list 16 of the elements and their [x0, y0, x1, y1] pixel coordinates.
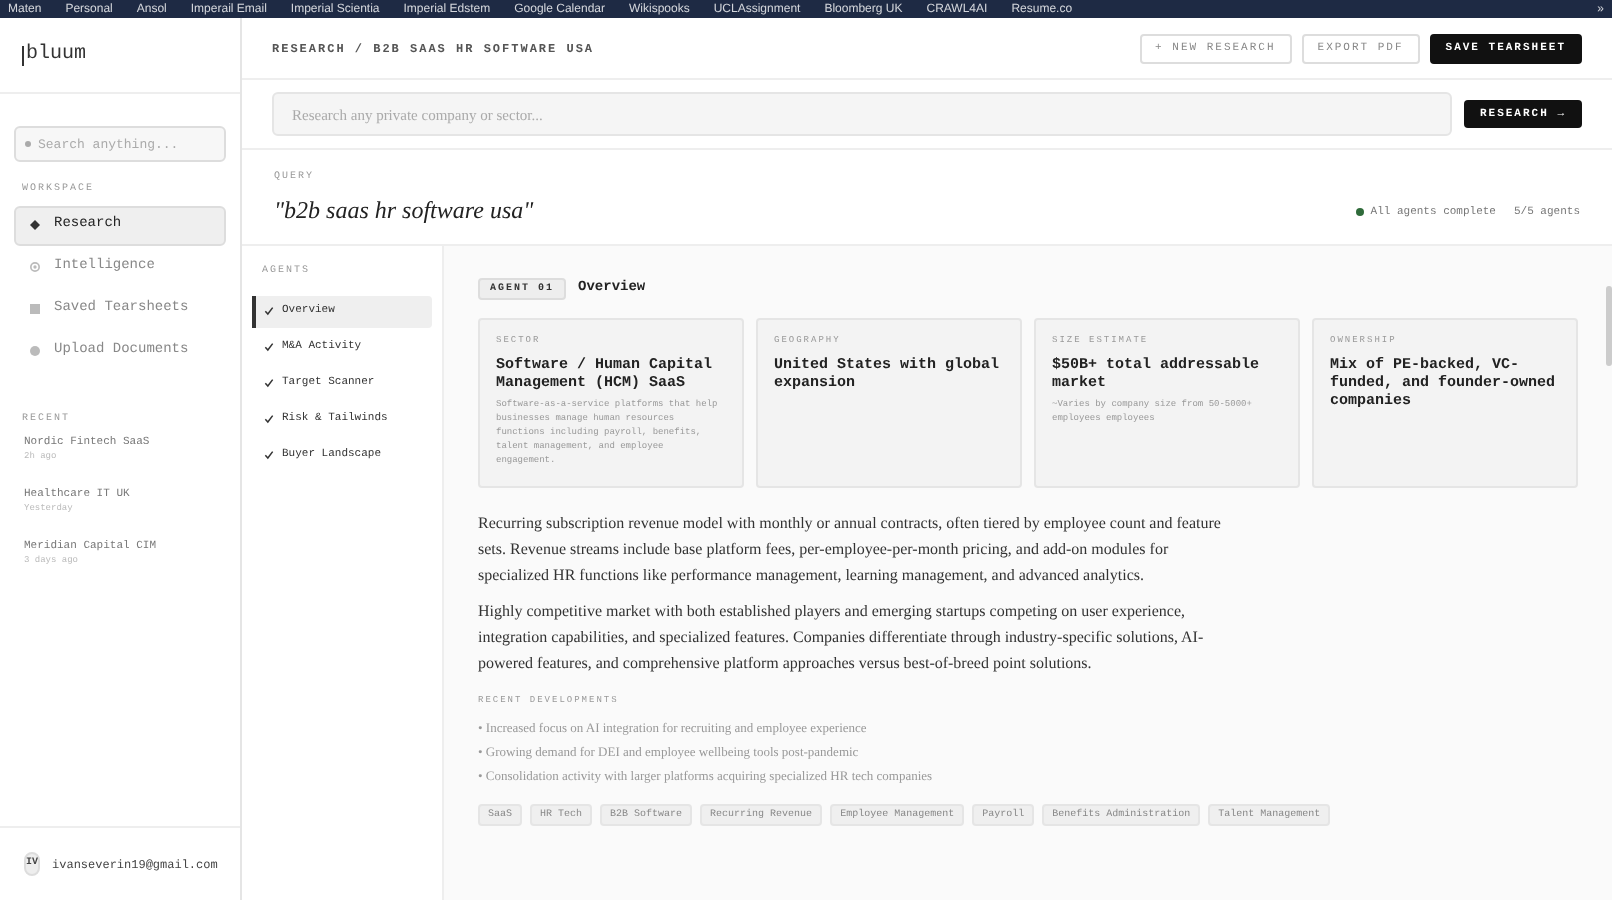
- check-icon: [264, 414, 274, 424]
- check-icon: [264, 378, 274, 388]
- query-text: "b2b saas hr software usa": [274, 196, 534, 224]
- dot-icon: [30, 346, 40, 356]
- target-icon: [30, 262, 40, 272]
- scrollbar-thumb[interactable]: [1606, 286, 1612, 366]
- status-dot-icon: [1356, 207, 1365, 216]
- check-icon: [264, 342, 274, 352]
- logo: bluum: [22, 41, 87, 70]
- check-icon: [264, 306, 274, 316]
- search-icon: [24, 140, 32, 148]
- paragraph: Highly competitive market with both established players and emerging startups competing on user experience, integration capabilities, and specialized features. Companies differentiate through industry-specific solutions, AI-powered features, and comprehensive platform approaches versus best-of-breed point solutions.: [478, 600, 1206, 676]
- check-icon: [264, 450, 274, 460]
- paragraph: Recurring subscription revenue model with monthly or annual contracts, often tiered by employee count and feature sets. Revenue streams include base platform fees, per-employee-per-month pricing, and add-on modules for specialized HR functions like performance management, learning management, and advanced analytics.: [478, 512, 1223, 588]
- square-icon: [30, 304, 40, 314]
- diamond-icon: [30, 220, 40, 230]
